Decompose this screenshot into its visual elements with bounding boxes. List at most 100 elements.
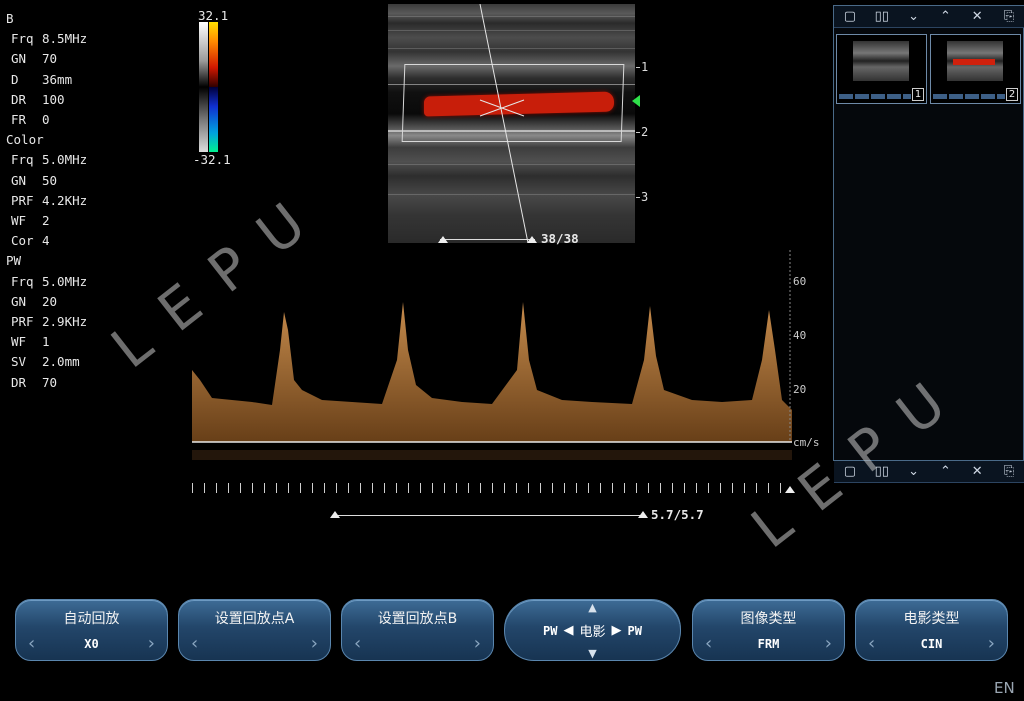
param-row: WF 2 [6,211,116,231]
chevron-right-icon[interactable]: › [825,635,832,653]
export-icon[interactable]: ⎘ [998,8,1020,26]
cine-scroll-bar[interactable] [333,515,645,516]
param-value: 5.0MHz [42,273,88,289]
thumbnail-item[interactable]: 2 [930,34,1021,104]
param-value: 2.0mm [42,354,80,370]
param-value: 4.2KHz [42,192,88,208]
triangle-right-icon[interactable]: ▶ [612,623,622,638]
chevron-right-icon[interactable]: › [988,635,995,653]
chevron-down-icon[interactable]: ▼ [588,647,596,660]
param-row: WF 1 [6,332,116,352]
set-replay-point-b-control[interactable]: 设置回放点B ‹ › [341,599,494,661]
auto-replay-title: 自动回放 [63,611,120,627]
doppler-spectrum[interactable] [192,250,792,470]
doppler-cursor-line[interactable] [388,4,635,243]
cine-control[interactable]: ▲ PW ◀ 电影 ▶ PW ▼ [504,599,681,661]
param-value: 8.5MHz [42,31,88,47]
collapse-down-icon[interactable]: ⌄ [903,8,925,26]
param-row: Cor 4 [6,231,116,251]
chevron-right-icon[interactable]: › [148,635,155,653]
colorbar-red-segment [209,22,218,87]
set-replay-point-a-control[interactable]: 设置回放点A ‹ › [178,599,331,661]
image-type-control[interactable]: 图像类型 ‹ FRM › [692,599,845,661]
param-value: 20 [42,293,58,309]
velocity-label: 40 [793,329,807,342]
thumbnail-image [853,41,909,81]
chevron-up-icon[interactable]: ▲ [588,601,596,614]
thumbnail-toolbar: ▢ ▯▯ ⌄ ⌃ ✕ ⎘ [834,6,1024,28]
cine-start-marker-icon[interactable] [330,511,340,518]
param-key: GN [11,51,27,67]
single-view-icon[interactable]: ▢ [839,8,861,26]
auto-replay-control[interactable]: 自动回放 ‹ X0 › [15,599,168,661]
set-point-a-title: 设置回放点A [214,611,295,627]
thumbnail-index: 1 [912,88,924,101]
frame-counter: 38/38 [541,231,579,246]
param-key: Frq [11,152,34,168]
cine-end-marker-icon[interactable] [638,511,648,518]
param-key: Cor [11,233,34,249]
close-icon[interactable]: ✕ [966,463,988,481]
chevron-left-icon[interactable]: ‹ [191,635,198,653]
image-type-value: FRM [757,637,780,651]
dual-view-icon[interactable]: ▯▯ [871,8,893,26]
param-value: 2 [42,213,50,229]
param-row: GN 70 [6,49,116,69]
param-key: PRF [11,192,34,208]
color-mode-title: Color [6,132,44,148]
thumbnail-flow [953,59,995,65]
spectrum-reverse-flow [192,450,792,460]
velocity-unit: cm/s [793,436,820,449]
set-point-b-title: 设置回放点B [377,611,458,627]
param-key: D [11,71,19,87]
collapse-down-icon[interactable]: ⌄ [903,463,925,481]
velocity-label: 20 [793,383,807,396]
triangle-left-icon[interactable]: ◀ [563,623,573,638]
language-indicator[interactable]: EN [994,679,1015,697]
param-row: PRF 4.2KHz [6,191,116,211]
pw-mode-title: PW [6,253,22,269]
param-value: 4 [42,233,50,249]
collapse-up-icon[interactable]: ⌃ [934,463,956,481]
frame-end-marker-icon[interactable] [527,236,537,243]
cine-type-control[interactable]: 电影类型 ‹ CIN › [855,599,1008,661]
param-key: WF [11,213,27,229]
param-key: WF [11,334,27,350]
frame-progress-bar[interactable] [440,239,535,240]
frame-start-marker-icon[interactable] [438,236,448,243]
color-velocity-bar [199,22,219,152]
chevron-right-icon[interactable]: › [311,635,318,653]
thumbnail-button-strip [839,94,911,99]
colorbar-gray-top [199,22,208,87]
param-value: 70 [42,51,58,67]
auto-replay-value: X0 [84,637,99,651]
param-row: GN 50 [6,171,116,191]
param-row: SV 2.0mm [6,352,116,372]
depth-label: 1 [641,60,649,74]
colorbar-max-label: 32.1 [198,8,229,23]
b-mode-title: B [6,11,14,26]
collapse-up-icon[interactable]: ⌃ [934,8,956,26]
chevron-left-icon[interactable]: ‹ [354,635,361,653]
time-ruler [192,480,792,496]
param-key: FR [11,112,27,128]
depth-label: 3 [641,190,649,204]
close-icon[interactable]: ✕ [966,8,988,26]
chevron-right-icon[interactable]: › [474,635,481,653]
pw-mode-params: PW Frq 5.0MHz GN 20 PRF 2.9KHz WF 1 SV 2.0mm … [6,251,116,392]
param-row: DR 70 [6,373,116,393]
image-type-title: 图像类型 [740,611,797,627]
b-mode-image[interactable] [388,4,635,243]
param-value: 100 [42,91,65,107]
export-icon[interactable]: ⎘ [998,463,1020,481]
depth-label: 2 [641,125,649,139]
thumbnail-item[interactable]: 1 [836,34,927,104]
param-value: 70 [42,374,58,390]
param-value: 36mm [42,71,73,87]
param-value: 1 [42,334,50,350]
param-key: PRF [11,314,34,330]
colorbar-blue-segment [209,87,218,152]
param-key: GN [11,172,27,188]
colorbar-gray-bottom [199,87,208,152]
velocity-label: 60 [793,275,807,288]
